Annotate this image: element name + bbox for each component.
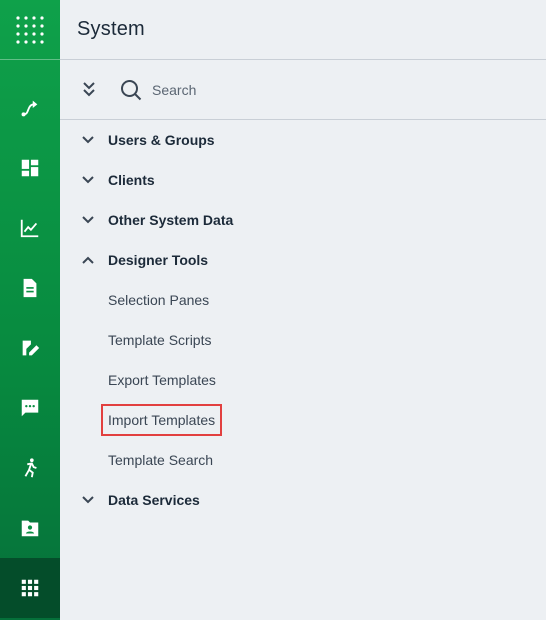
- running-person-icon: [24, 458, 37, 478]
- contact-card-icon: [21, 520, 39, 537]
- system-panel: System Users & Groups: [60, 0, 546, 620]
- double-chevron-down-icon: [83, 81, 95, 96]
- chevron-up-icon: [80, 252, 96, 268]
- line-chart-icon: [20, 219, 39, 238]
- chevron-down-icon: [80, 492, 96, 508]
- apps-icon: [21, 579, 39, 597]
- tree-group-label: Clients: [108, 172, 155, 188]
- tree-item-label: Template Scripts: [108, 332, 212, 348]
- rail-activity-button[interactable]: [0, 438, 60, 498]
- edit-document-icon: [22, 340, 40, 356]
- apps-grid-icon: [16, 15, 44, 44]
- panel-toolbar: [60, 60, 546, 120]
- chevron-down-icon: [80, 172, 96, 188]
- chat-icon: [21, 399, 39, 417]
- tree-item-selection-panes[interactable]: Selection Panes: [60, 280, 546, 320]
- collapse-all-button[interactable]: [78, 79, 100, 101]
- system-tree: Users & Groups Clients Other System Data…: [60, 120, 546, 520]
- rail-edit-button[interactable]: [0, 318, 60, 378]
- dashboard-icon: [21, 159, 39, 177]
- left-nav-rail: [0, 0, 60, 620]
- rail-documents-button[interactable]: [0, 258, 60, 318]
- chevron-down-icon: [80, 212, 96, 228]
- tree-group-label: Other System Data: [108, 212, 234, 228]
- search-box: [120, 79, 412, 101]
- route-icon: [21, 100, 38, 117]
- rail-route-button[interactable]: [0, 78, 60, 138]
- tree-item-import-templates[interactable]: Import Templates: [60, 400, 546, 440]
- tree-item-label: Export Templates: [108, 372, 216, 388]
- panel-header: System: [60, 0, 546, 60]
- rail-contacts-button[interactable]: [0, 498, 60, 558]
- tree-item-template-search[interactable]: Template Search: [60, 440, 546, 480]
- tree-group-other-system-data[interactable]: Other System Data: [60, 200, 546, 240]
- rail-chat-button[interactable]: [0, 378, 60, 438]
- tree-item-label: Template Search: [108, 452, 214, 468]
- chevron-down-icon: [80, 132, 96, 148]
- tree-item-export-templates[interactable]: Export Templates: [60, 360, 546, 400]
- tree-group-clients[interactable]: Clients: [60, 160, 546, 200]
- search-icon: [120, 79, 142, 101]
- tree-group-designer-tools[interactable]: Designer Tools: [60, 240, 546, 280]
- search-input[interactable]: [152, 81, 412, 98]
- tree-group-label: Designer Tools: [108, 252, 209, 268]
- tree-item-label-highlighted: Import Templates: [101, 404, 223, 436]
- rail-system-button[interactable]: [0, 558, 60, 618]
- page-title: System: [77, 18, 145, 40]
- tree-item-label: Selection Panes: [108, 292, 210, 308]
- rail-dashboard-button[interactable]: [0, 138, 60, 198]
- rail-analytics-button[interactable]: [0, 198, 60, 258]
- tree-group-label: Users & Groups: [108, 132, 215, 148]
- tree-group-data-services[interactable]: Data Services: [60, 480, 546, 520]
- document-icon: [23, 278, 37, 298]
- tree-group-users-groups[interactable]: Users & Groups: [60, 120, 546, 160]
- app-launcher-button[interactable]: [0, 0, 60, 60]
- tree-item-template-scripts[interactable]: Template Scripts: [60, 320, 546, 360]
- tree-group-label: Data Services: [108, 492, 200, 508]
